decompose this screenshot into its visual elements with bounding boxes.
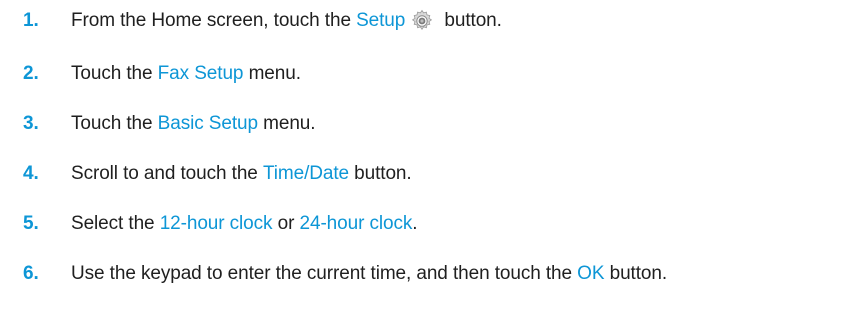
instruction-steps: 1. From the Home screen, touch the Setup… — [0, 0, 858, 322]
step-text-after: . — [412, 213, 418, 234]
step-text-after: button. — [439, 10, 502, 31]
24-hour-clock-option-label: 24-hour clock — [299, 213, 413, 234]
fax-setup-menu-label: Fax Setup — [157, 63, 244, 84]
step-number: 3. — [23, 113, 39, 134]
step-text: Use the keypad to enter the current time… — [71, 263, 667, 285]
step-number: 6. — [23, 263, 39, 284]
basic-setup-menu-label: Basic Setup — [157, 113, 258, 134]
setup-button-label: Setup — [356, 10, 406, 31]
step-text: Select the 12-hour clock or 24-hour cloc… — [71, 213, 418, 235]
step-number: 2. — [23, 63, 39, 84]
step-text-before: Scroll to and touch the — [71, 163, 263, 184]
step-number: 4. — [23, 163, 39, 184]
12-hour-clock-option-label: 12-hour clock — [159, 213, 273, 234]
step-text-before: From the Home screen, touch the — [71, 10, 357, 31]
step-text: Touch the Fax Setup menu. — [71, 63, 301, 85]
step-text: Touch the Basic Setup menu. — [71, 113, 316, 135]
gear-icon — [410, 9, 434, 33]
step-text-after: button. — [348, 163, 412, 184]
step-text-before: Use the keypad to enter the current time… — [71, 263, 578, 284]
time-date-button-label: Time/Date — [262, 163, 349, 184]
step-text-before: Touch the — [71, 113, 158, 134]
step-number: 5. — [23, 213, 39, 234]
step-text-after: menu. — [243, 63, 301, 84]
step-number: 1. — [23, 10, 39, 31]
step-text-before: Select the — [71, 213, 160, 234]
step-text-after: menu. — [257, 113, 316, 134]
step-text-before: Touch the — [71, 63, 158, 84]
step-text-after: button. — [604, 263, 668, 284]
ok-button-label: OK — [577, 263, 605, 284]
step-text-middle: or — [272, 213, 300, 234]
step-text: Scroll to and touch the Time/Date button… — [71, 163, 412, 185]
step-text: From the Home screen, touch the Setup bu… — [71, 9, 502, 33]
